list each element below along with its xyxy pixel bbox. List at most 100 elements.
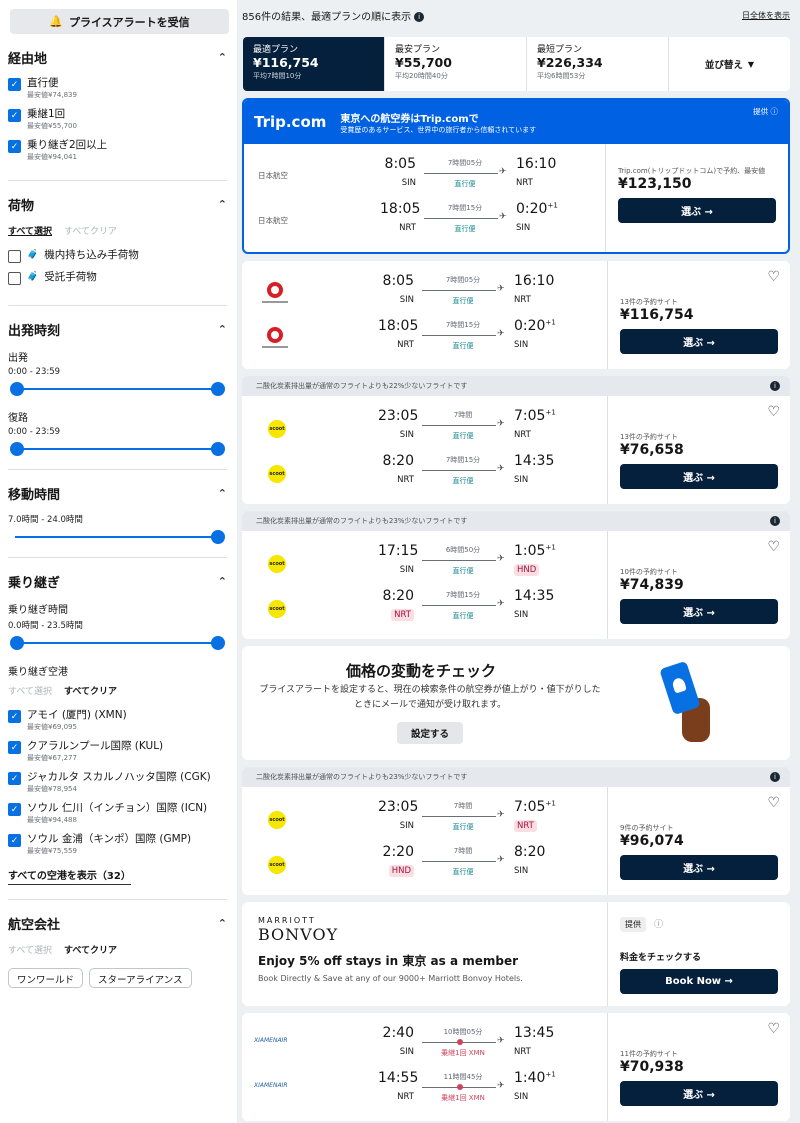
airport-checkbox[interactable]: ✓ (8, 772, 21, 785)
clear-all-link[interactable]: すべてクリア (64, 224, 117, 237)
slider-max-handle[interactable] (211, 382, 225, 396)
sort-tab-price: ¥116,754 (253, 55, 319, 70)
flight-card[interactable]: 二酸化炭素排出量が通常のフライトよりも22%少ないフライトです i scoot 23:… (242, 376, 790, 504)
slider-max-handle[interactable] (211, 530, 225, 544)
stops-checkbox[interactable]: ✓ (8, 140, 21, 153)
layover-time-slider[interactable] (10, 635, 225, 651)
info-icon[interactable]: ⓘ (654, 920, 663, 930)
airport-option[interactable]: ✓ クアラルンプール国際 (KUL) 最安値¥67,277 (8, 740, 227, 763)
connections-filter-header[interactable]: 乗り継ぎ ⌃ (8, 558, 227, 601)
select-button[interactable]: 選ぶ → (620, 855, 778, 880)
chevron-up-icon[interactable]: ⌃ (218, 487, 227, 500)
outbound-time-slider[interactable] (10, 381, 225, 397)
heart-icon[interactable]: ♡ (767, 795, 780, 811)
chevron-up-icon[interactable]: ⌃ (218, 917, 227, 930)
alliance-chip[interactable]: スターアライアンス (89, 968, 192, 988)
info-icon[interactable]: i (414, 11, 425, 22)
arrival-airport: SIN (514, 340, 528, 350)
stops-option[interactable]: ✓ 直行便 最安値¥74,839 (8, 77, 227, 100)
slider-min-handle[interactable] (10, 442, 24, 456)
duration-filter-header[interactable]: 移動時間 ⌃ (8, 470, 227, 513)
slider-min-handle[interactable] (10, 636, 24, 650)
price-alert-button[interactable]: 🔔 プライスアラートを受信 (10, 9, 229, 34)
select-all-link[interactable]: すべて選択 (8, 224, 52, 237)
select-button[interactable]: 選ぶ → (620, 599, 778, 624)
ad-label[interactable]: 提供 ⓘ (753, 106, 778, 117)
clear-all-link[interactable]: すべてクリア (64, 943, 117, 956)
heart-icon[interactable]: ♡ (767, 539, 780, 555)
airlines-filter-header[interactable]: 航空会社 ⌃ (8, 900, 227, 943)
sort-tab[interactable]: 最適プラン ¥116,754 平均7時間10分 (243, 37, 385, 91)
baggage-checkbox[interactable] (8, 250, 21, 263)
price-alert-body: プライスアラートを設定すると、現在の検索条件の航空券が値上がり・値下がりしたとき… (259, 685, 601, 710)
select-button[interactable]: 選ぶ → (618, 198, 776, 223)
select-button[interactable]: 選ぶ → (620, 464, 778, 489)
alliance-chip[interactable]: ワンワールド (8, 968, 84, 988)
flight-card[interactable]: 二酸化炭素排出量が通常のフライトよりも23%少ないフライトです i scoot 23:… (242, 767, 790, 895)
show-all-day-link[interactable]: 日全体を表示 (742, 10, 790, 21)
chevron-up-icon[interactable]: ⌃ (218, 198, 227, 211)
scoot-logo: scoot (268, 555, 286, 573)
stops-label: 直行便 (452, 477, 474, 485)
select-all-link[interactable]: すべて選択 (8, 684, 52, 697)
info-icon[interactable]: i (770, 381, 780, 391)
chevron-up-icon[interactable]: ⌃ (218, 51, 227, 64)
flight-legs[interactable]: scoot 17:15 1:05+1 SIN HND 6時間50分 ✈ 直行便 scoot 8:2… (242, 531, 608, 639)
airport-option[interactable]: ✓ ジャカルタ スカルノハッタ国際 (CGK) 最安値¥78,954 (8, 771, 227, 794)
stops-option[interactable]: ✓ 乗り継ぎ2回以上 最安値¥94,041 (8, 139, 227, 162)
airport-option[interactable]: ✓ アモイ (厦門) (XMN) 最安値¥69,095 (8, 709, 227, 732)
flight-card[interactable]: 8:05 16:10 SIN NRT 7時間05分 ✈ 直行便 18:05 0:20+1 NRT S… (242, 261, 790, 369)
airport-code: SIN (514, 610, 529, 620)
departure-filter-header[interactable]: 出発時刻 ⌃ (8, 306, 227, 349)
clear-all-link[interactable]: すべてクリア (64, 684, 117, 697)
plane-icon: ✈ (497, 554, 505, 564)
flight-legs[interactable]: XIAMENAIR 2:40 13:45 SIN NRT 10時間05分 ✈ 乗継1回 XMN… (242, 1013, 608, 1121)
heart-icon[interactable]: ♡ (767, 1021, 780, 1037)
stops-checkbox[interactable]: ✓ (8, 78, 21, 91)
show-all-airports-link[interactable]: すべての空港を表示（32） (8, 867, 131, 885)
flight-legs[interactable]: 日本航空 8:05 16:10 SIN NRT 7時間05分 ✈ 直行便 日本航空 18:05 0:… (244, 144, 606, 252)
baggage-filter-header[interactable]: 荷物 ⌃ (8, 181, 227, 224)
book-now-button[interactable]: Book Now → (620, 969, 778, 994)
select-button[interactable]: 選ぶ → (620, 329, 778, 354)
heart-icon[interactable]: ♡ (767, 269, 780, 285)
sort-tab[interactable]: 最短プラン ¥226,334 平均6時間53分 (527, 37, 669, 91)
flight-card[interactable]: 二酸化炭素排出量が通常のフライトよりも23%少ないフライトです i scoot 17:… (242, 511, 790, 639)
chevron-up-icon[interactable]: ⌃ (218, 575, 227, 588)
ad-label: 提供 (620, 917, 646, 932)
slider-min-handle[interactable] (10, 382, 24, 396)
return-time-slider[interactable] (10, 441, 225, 457)
select-all-link[interactable]: すべて選択 (8, 943, 52, 956)
heart-icon[interactable]: ♡ (767, 404, 780, 420)
stops-checkbox[interactable]: ✓ (8, 109, 21, 122)
stops-filter-header[interactable]: 経由地 ⌃ (8, 34, 227, 77)
airport-checkbox[interactable]: ✓ (8, 741, 21, 754)
airport-checkbox[interactable]: ✓ (8, 710, 21, 723)
trip-ad-banner[interactable]: Trip.com 東京への航空券はTrip.comで 受賞歴のあるサービス、世界… (244, 100, 788, 144)
select-button[interactable]: 選ぶ → (620, 1081, 778, 1106)
flight-card[interactable]: XIAMENAIR 2:40 13:45 SIN NRT 10時間05分 ✈ 乗継1回 XMN… (242, 1013, 790, 1121)
flight-legs[interactable]: scoot 23:05 7:05+1 SIN NRT 7時間 ✈ 直行便 scoot 2:20 8:… (242, 787, 608, 895)
slider-max-handle[interactable] (211, 442, 225, 456)
baggage-option[interactable]: 🧳 受託手荷物 (8, 271, 227, 285)
info-icon[interactable]: i (770, 516, 780, 526)
airport-code: HND (514, 564, 540, 576)
set-alert-button[interactable]: 設定する (397, 722, 463, 744)
sort-tab[interactable]: 最安プラン ¥55,700 平均20時間40分 (385, 37, 527, 91)
arrival-time: 0:20+1 (516, 201, 558, 217)
airport-option[interactable]: ✓ ソウル 金浦（キンポ）国際 (GMP) 最安値¥75,559 (8, 833, 227, 856)
slider-max-handle[interactable] (211, 636, 225, 650)
flight-legs[interactable]: scoot 23:05 7:05+1 SIN NRT 7時間 ✈ 直行便 scoot 8:20 14… (242, 396, 608, 504)
baggage-checkbox[interactable] (8, 272, 21, 285)
marriott-ad-card[interactable]: MARRIOTT BONVOY Enjoy 5% off stays in 東京… (242, 902, 790, 1006)
sort-dropdown[interactable]: 並び替え ▼ (669, 37, 790, 91)
airport-checkbox[interactable]: ✓ (8, 803, 21, 816)
info-icon[interactable]: i (770, 772, 780, 782)
flight-legs[interactable]: 8:05 16:10 SIN NRT 7時間05分 ✈ 直行便 18:05 0:20+1 NRT S… (242, 261, 608, 369)
duration-slider[interactable] (10, 529, 225, 545)
airport-checkbox[interactable]: ✓ (8, 834, 21, 847)
airport-option[interactable]: ✓ ソウル 仁川（インチョン）国際 (ICN) 最安値¥94,488 (8, 802, 227, 825)
stops-option[interactable]: ✓ 乗継1回 最安値¥55,700 (8, 108, 227, 131)
baggage-option[interactable]: 🧳 機内持ち込み手荷物 (8, 249, 227, 263)
chevron-up-icon[interactable]: ⌃ (218, 323, 227, 336)
